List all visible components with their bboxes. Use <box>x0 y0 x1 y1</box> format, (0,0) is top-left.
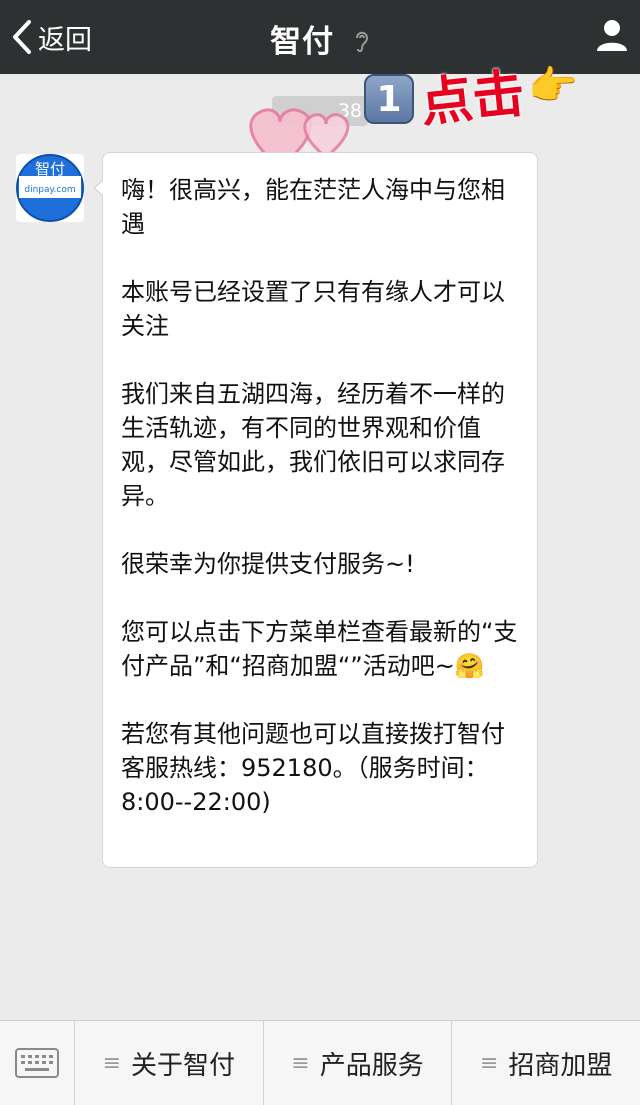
page-title: 智付 <box>0 16 640 62</box>
navigation-bar: 返回 智付 <box>0 0 640 74</box>
avatar[interactable]: 智付 dinpay.com <box>16 154 84 222</box>
menu-item-label: 招商加盟 <box>508 1050 613 1081</box>
avatar-text: 智付 <box>35 160 65 178</box>
message-bubble: 嗨！很高兴，能在茫茫人海中与您相遇 本账号已经设置了只有有缘人才可以关注 我们来… <box>93 152 538 868</box>
timestamp-text: 38 <box>337 100 362 122</box>
keyboard-icon <box>15 1048 59 1078</box>
page-title-text: 智付 <box>270 24 335 60</box>
menu-item-label: 关于智付 <box>131 1050 236 1081</box>
bottom-menu-bar: ≡ 关于智付 ≡ 产品服务 ≡ 招商加盟 <box>0 1020 640 1105</box>
menu-item-about[interactable]: ≡ 关于智付 <box>75 1021 264 1105</box>
keyboard-toggle-button[interactable] <box>0 1021 75 1105</box>
user-icon <box>597 20 627 51</box>
message-paragraph: 本账号已经设置了只有有缘人才可以关注 <box>121 278 505 340</box>
menu-lines-icon: ≡ <box>291 1050 310 1076</box>
menu-item-label: 产品服务 <box>319 1050 424 1081</box>
menu-item-franchise[interactable]: ≡ 招商加盟 <box>452 1021 640 1105</box>
ear-icon <box>354 26 370 62</box>
step-badge: 1 <box>364 74 414 124</box>
avatar-subtext: dinpay.com <box>24 185 75 195</box>
profile-button[interactable] <box>596 18 628 56</box>
message-paragraph: 很荣幸为你提供支付服务~! <box>121 550 415 578</box>
menu-item-products[interactable]: ≡ 产品服务 <box>264 1021 453 1105</box>
menu-lines-icon: ≡ <box>479 1050 499 1076</box>
message-paragraph: 嗨！很高兴，能在茫茫人海中与您相遇 <box>121 176 505 238</box>
message-paragraph: 我们来自五湖四海，经历着不一样的生活轨迹，有不同的世界观和价值观，尽管如此，我们… <box>121 380 505 510</box>
message-paragraph: 您可以点击下方菜单栏查看最新的“支付产品”和“招商加盟“”活动吧~🤗 <box>121 618 518 680</box>
message-paragraph: 若您有其他问题也可以直接拨打智付客服热线：952180。（服务时间： 8:00-… <box>121 720 505 816</box>
message-timestamp: 38 <box>272 96 368 126</box>
menu-lines-icon: ≡ <box>102 1050 122 1076</box>
